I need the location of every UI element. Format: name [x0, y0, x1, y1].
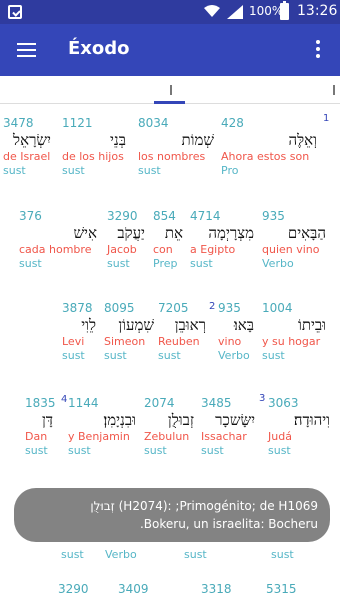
status-bar: 100% 13:26	[0, 0, 340, 24]
wifi-icon	[204, 5, 220, 17]
word[interactable]: 3063 וִיהוּדָה׃ Judá sust	[268, 396, 330, 458]
word[interactable]: 3478 יִשְׂרָאֵל de Israel sust	[3, 116, 51, 178]
word[interactable]: 4714 מִצְרָיְמָה a Egipto sust	[190, 209, 254, 271]
word[interactable]: 8095 שִׁמְעוֹן Simeon sust	[104, 301, 154, 363]
definition-line: .Bokeru, un israelita: Bocheru	[139, 517, 318, 531]
word[interactable]: 3290 יַעֲקֹב Jacob sust	[107, 209, 145, 271]
signal-icon	[227, 5, 243, 19]
word[interactable]: 3878 לֵוִי Levi sust	[62, 301, 96, 363]
word[interactable]: 854 אֵת con Prep	[153, 209, 183, 271]
word[interactable]: Verbo	[105, 548, 145, 562]
word[interactable]: 428 וְאֵלֶּה Ahora estos son Pro	[221, 116, 317, 178]
word-number[interactable]: 3409	[118, 582, 158, 596]
word-number[interactable]: 5315	[266, 582, 306, 596]
more-options-icon[interactable]	[314, 40, 322, 60]
app-bar: Éxodo	[0, 24, 340, 76]
word[interactable]: sust	[271, 548, 311, 562]
verse-number[interactable]: 3	[259, 393, 265, 404]
word[interactable]: 3485 יִשָּׂשכָר Issachar sust	[201, 396, 255, 458]
menu-icon[interactable]	[17, 43, 36, 57]
definition-line: זְבוּלֻן (H2074): ;Primogénito; de H1069	[90, 499, 318, 513]
word[interactable]: sust	[184, 548, 224, 562]
verse-number[interactable]: 1	[323, 113, 329, 124]
word-number[interactable]: 3290	[58, 582, 98, 596]
word[interactable]: 1144 וּבִנְיָמִן׃ y Benjamin sust	[68, 396, 136, 458]
word[interactable]: 1835 דָּן Dan sust	[25, 396, 56, 458]
battery-icon	[280, 1, 289, 20]
word[interactable]: 2074 זְבוּלֻן Zebulun sust	[144, 396, 194, 458]
tab-marker	[333, 85, 335, 95]
word[interactable]: sust	[61, 548, 101, 562]
word[interactable]: 935 בָּאוּ׃ vino Verbo	[218, 301, 254, 363]
page-title: Éxodo	[68, 38, 130, 59]
verse-number[interactable]: 2	[209, 301, 215, 312]
tab-marker	[170, 85, 172, 95]
download-icon	[8, 5, 22, 19]
word-number[interactable]: 3318	[201, 582, 241, 596]
word[interactable]: 935 הַבָּאִים quien vino Verbo	[262, 209, 326, 271]
word[interactable]: 7205 רְאוּבֵן Reuben sust	[158, 301, 206, 363]
word[interactable]: 1121 בְּנֵי de los hijos sust	[62, 116, 126, 178]
word[interactable]: 1004 וּבֵיתוֹ y su hogar sust	[262, 301, 326, 363]
clock: 13:26	[297, 3, 338, 19]
word[interactable]: 8034 שְׁמוֹת los nombres sust	[138, 116, 214, 178]
verse-tabs[interactable]	[0, 76, 340, 104]
verse-number[interactable]: 4	[61, 394, 67, 405]
battery-percent: 100%	[249, 4, 284, 18]
word[interactable]: 376 אִישׁ cada hombre sust	[19, 209, 97, 271]
definition-toast[interactable]: זְבוּלֻן (H2074): ;Primogénito; de H1069…	[14, 488, 330, 542]
